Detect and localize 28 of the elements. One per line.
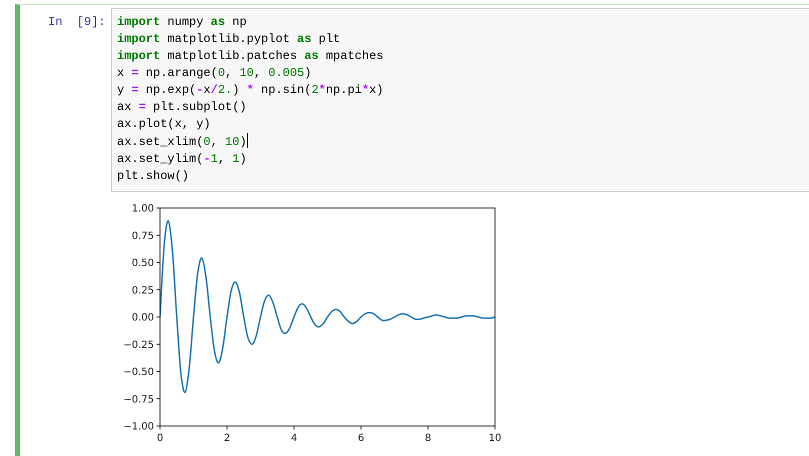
y-tick-label: −0.25 <box>123 340 154 351</box>
x-tick-label: 0 <box>156 433 164 444</box>
code-line: ax.set_xlim(0, 10) <box>117 133 249 151</box>
x-tick-label: 6 <box>358 433 364 444</box>
y-tick-label: −1.00 <box>123 422 154 432</box>
y-tick-label: 1.00 <box>132 204 154 214</box>
code-line: import matplotlib.pyplot as plt <box>117 31 342 48</box>
code-line: ax.set_ylim(-1, 1) <box>117 151 248 168</box>
code-line: ax.plot(x, y) <box>117 116 212 133</box>
code-line: y = np.exp(-x/2.) * np.sin(2*np.pi*x) <box>117 82 384 99</box>
y-tick-label: 0.50 <box>132 258 154 269</box>
code-line: ax = plt.subplot() <box>117 99 248 116</box>
y-tick-label: 0.75 <box>132 230 154 242</box>
code-editor[interactable] <box>111 8 809 192</box>
x-tick-label: 8 <box>424 433 432 444</box>
x-tick-label: 4 <box>290 433 298 444</box>
x-tick-label: 2 <box>224 433 230 444</box>
code-line: import numpy as np <box>117 14 248 31</box>
y-tick-label: −0.75 <box>123 394 154 406</box>
x-tick-label: 10 <box>488 433 502 444</box>
y-tick-label: −0.50 <box>123 367 154 378</box>
code-line: plt.show() <box>117 168 190 185</box>
notebook-cell[interactable] <box>15 4 809 456</box>
code-line: x = np.arange(0, 10, 0.005) <box>117 65 312 82</box>
input-prompt: In [9]: <box>47 14 107 29</box>
y-tick-label: 0.00 <box>132 312 154 324</box>
y-tick-label: 0.25 <box>132 285 154 296</box>
code-line: import matplotlib.patches as mpatches <box>117 48 384 65</box>
